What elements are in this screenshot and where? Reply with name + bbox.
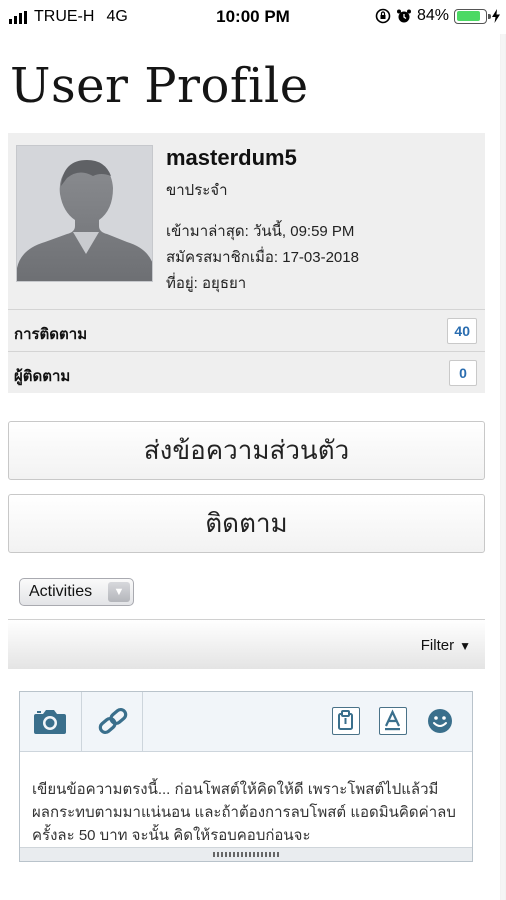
chevron-down-icon: ▼ [108, 582, 130, 602]
editor-toolbar [20, 692, 472, 752]
avatar[interactable] [16, 145, 153, 282]
followers-count[interactable]: 0 [449, 360, 477, 386]
resize-handle-icon[interactable] [213, 852, 279, 857]
alarm-icon [396, 9, 411, 23]
attach-button[interactable] [332, 707, 360, 735]
editor-resize-bar[interactable] [20, 847, 472, 861]
page-title: User Profile [10, 58, 309, 114]
filter-button[interactable]: Filter ▼ [421, 637, 471, 654]
text-format-icon [385, 709, 400, 731]
following-label: การติดตาม [14, 326, 88, 343]
filter-bar: Filter ▼ [8, 619, 485, 669]
page-scrollbar[interactable] [500, 34, 506, 900]
rotation-lock-icon [375, 8, 391, 24]
battery-icon [454, 8, 491, 24]
emoji-icon [428, 709, 452, 733]
following-row[interactable]: การติดตาม 40 [8, 309, 485, 351]
camera-button[interactable] [20, 692, 82, 751]
status-right: 84% [375, 7, 500, 25]
profile-card: masterdum5 ขาประจำ เข้ามาล่าสุด: วันนี้,… [8, 133, 485, 309]
user-rank: ขาประจำ [166, 182, 228, 199]
send-private-message-button[interactable]: ส่งข้อความส่วนตัว [8, 421, 485, 480]
link-icon [98, 707, 128, 735]
username: masterdum5 [166, 145, 297, 170]
user-silhouette-icon [17, 160, 152, 281]
join-date: สมัครสมาชิกเมื่อ: 17-03-2018 [166, 249, 359, 266]
charging-icon [492, 9, 500, 23]
activities-select[interactable]: Activities ▼ [19, 578, 134, 606]
post-editor: เขียนข้อความตรงนี้... ก่อนโพสต์ให้คิดให้… [19, 691, 473, 862]
link-button[interactable] [82, 692, 143, 751]
activities-select-value: Activities [29, 583, 93, 600]
emoji-button[interactable] [426, 707, 454, 735]
camera-icon [34, 710, 66, 734]
filter-caret-icon: ▼ [459, 639, 471, 653]
status-bar: TRUE-H 4G 10:00 PM 84% [0, 0, 506, 34]
filter-label: Filter [420, 637, 455, 654]
attach-icon [338, 710, 353, 730]
user-location: ที่อยู่: อยุธยา [166, 275, 247, 292]
follow-button[interactable]: ติดตาม [8, 494, 485, 553]
followers-row[interactable]: ผู้ติดตาม 0 [8, 351, 485, 393]
text-format-button[interactable] [379, 707, 407, 735]
post-text-input[interactable]: เขียนข้อความตรงนี้... ก่อนโพสต์ให้คิดให้… [32, 778, 464, 844]
last-activity: เข้ามาล่าสุด: วันนี้, 09:59 PM [166, 223, 355, 240]
followers-label: ผู้ติดตาม [14, 368, 71, 385]
battery-percent: 84% [416, 7, 449, 24]
following-count[interactable]: 40 [447, 318, 477, 344]
